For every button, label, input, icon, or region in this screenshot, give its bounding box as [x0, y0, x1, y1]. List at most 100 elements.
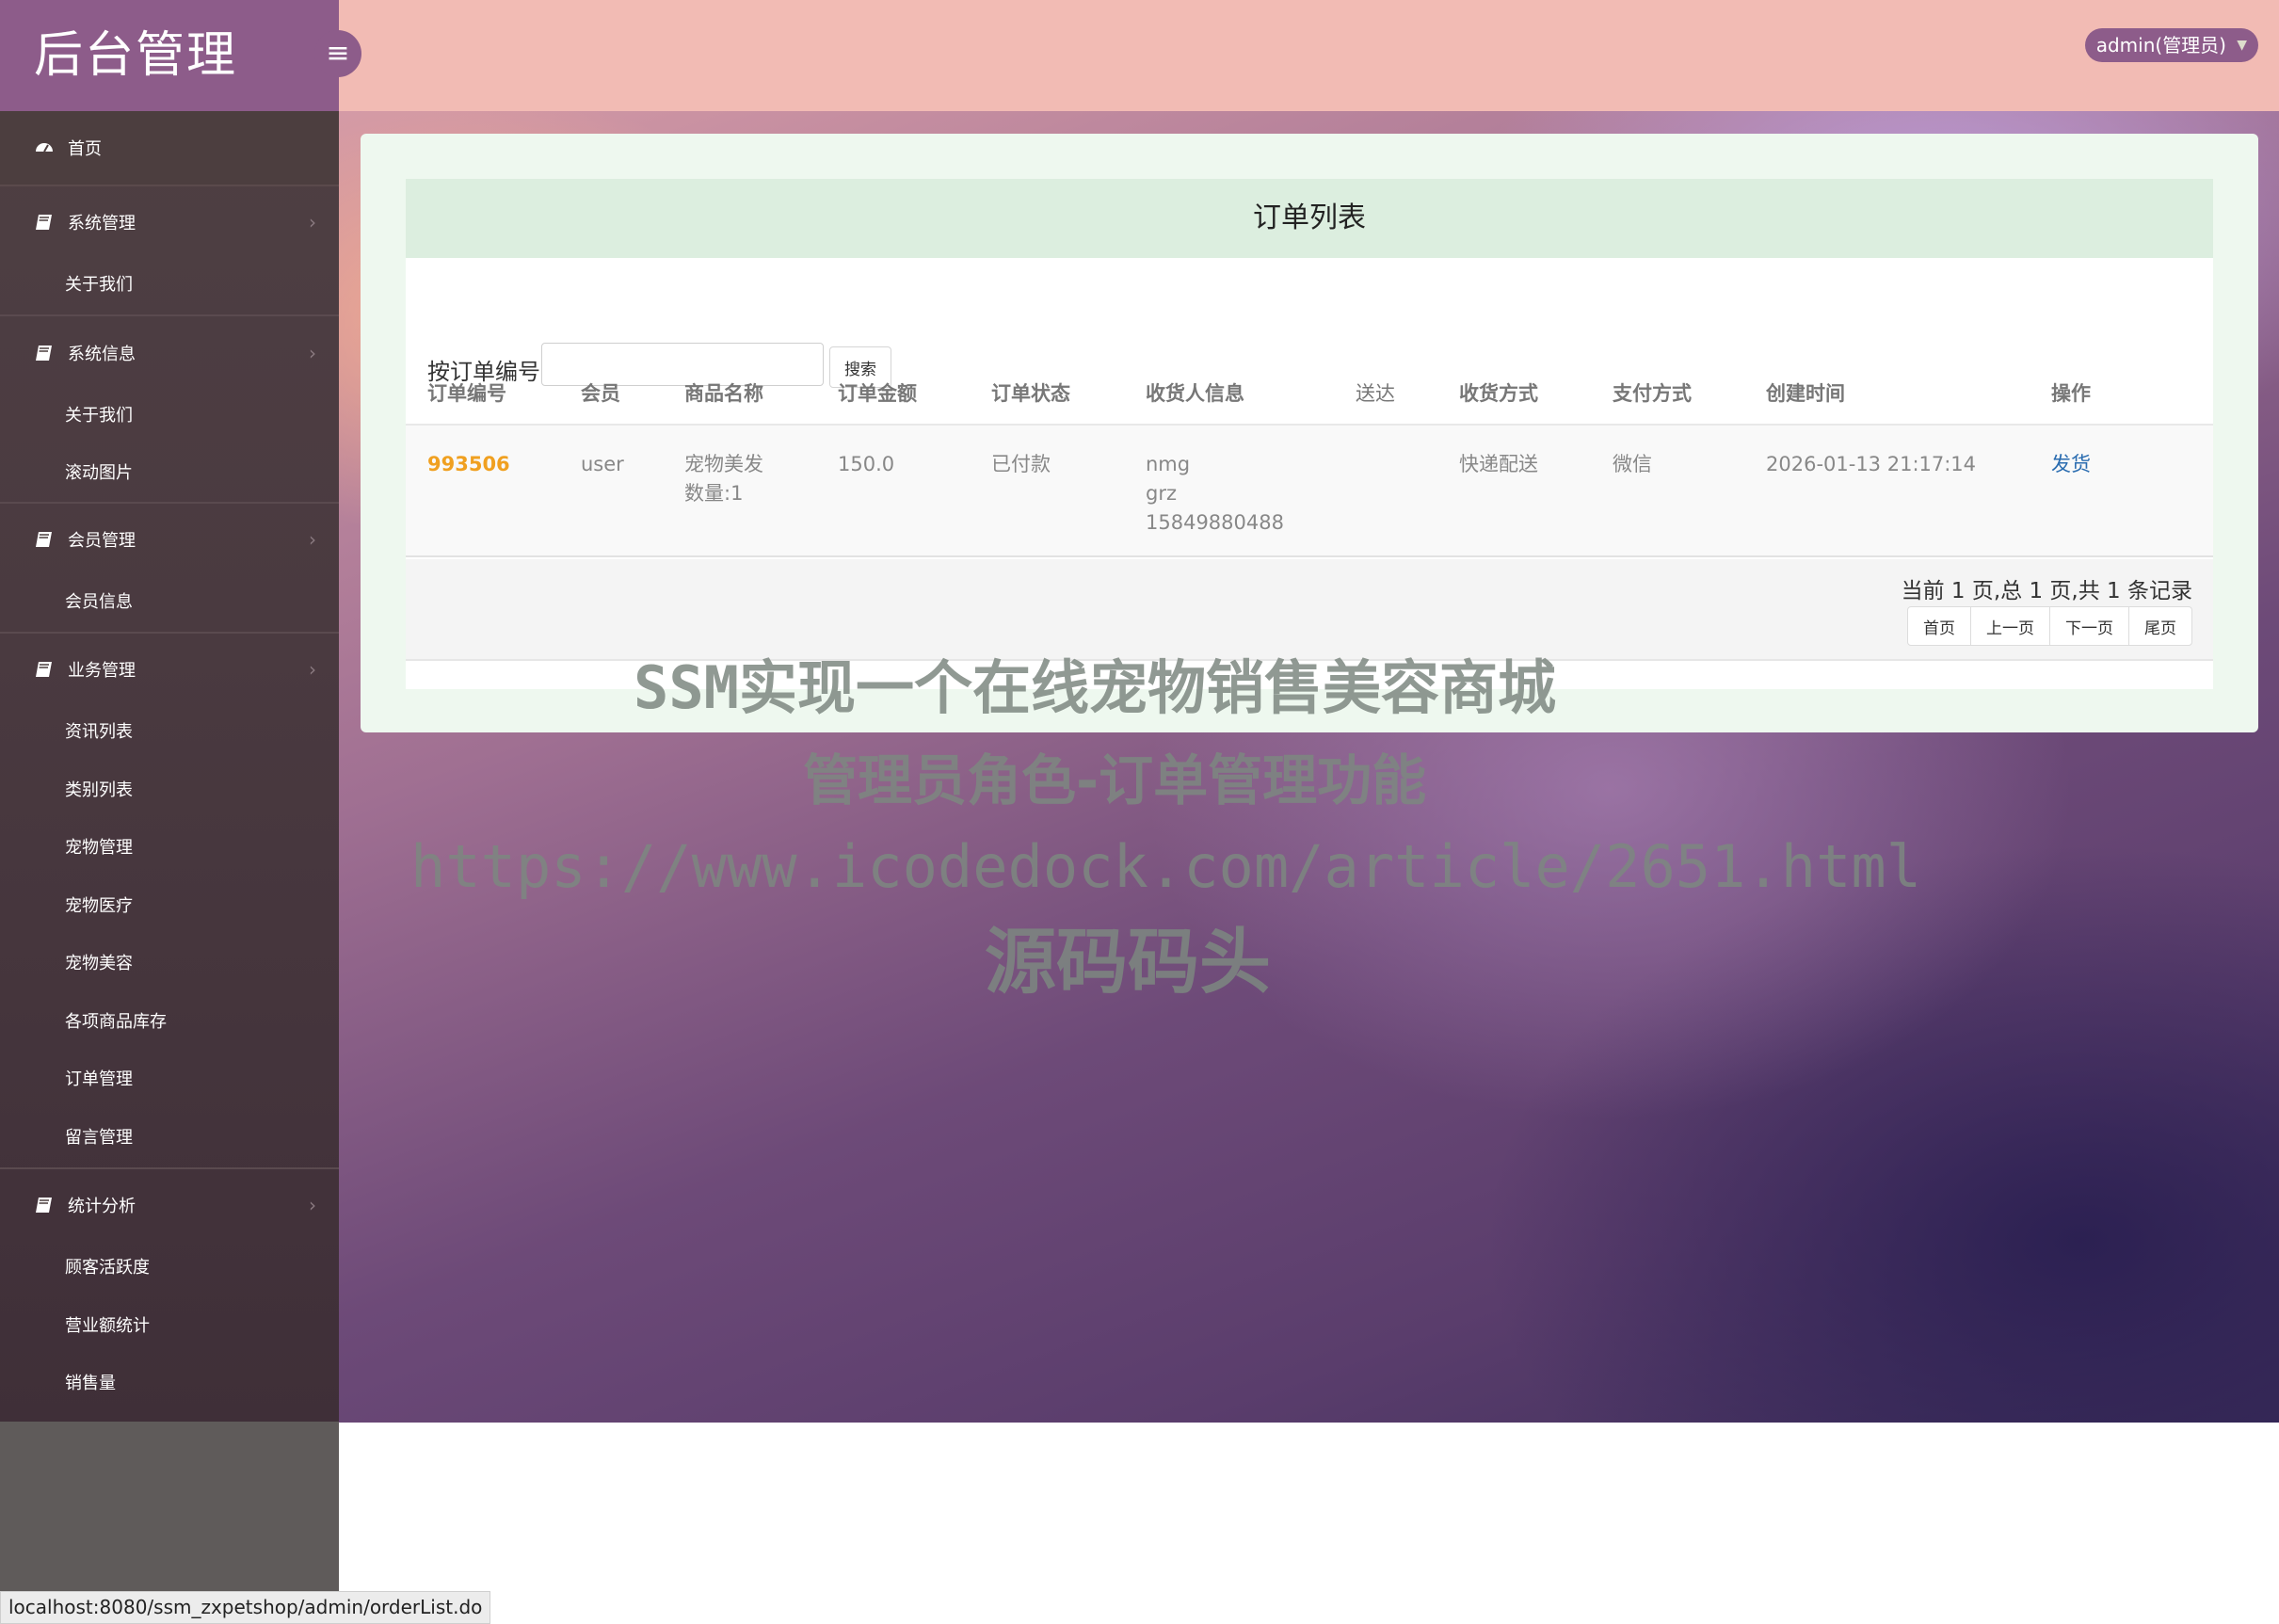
- receiver-address: nmg: [1146, 453, 1191, 475]
- menu-toggle-icon[interactable]: ≡: [314, 30, 361, 77]
- book-icon: [34, 212, 55, 233]
- sidebar-item-label: 资讯列表: [65, 722, 133, 742]
- book-icon: [34, 529, 55, 550]
- sidebar-item-about-us[interactable]: 关于我们: [0, 256, 339, 311]
- sidebar-group-label: 业务管理: [68, 661, 136, 681]
- product-name: 宠物美发: [684, 453, 763, 475]
- sidebar-item-sales-volume[interactable]: 销售量: [0, 1355, 339, 1409]
- sidebar-item-label: 营业额统计: [65, 1316, 150, 1336]
- sidebar-group-label: 会员管理: [68, 531, 136, 551]
- sidebar-group-system-info[interactable]: 系统信息 ›: [0, 325, 339, 381]
- sidebar-item-label: 关于我们: [65, 406, 133, 426]
- sidebar-item-label: 关于我们: [65, 275, 133, 295]
- nav-divider: [0, 314, 339, 316]
- sidebar-item-category-list[interactable]: 类别列表: [0, 762, 339, 816]
- status-bar-url: localhost:8080/ssm_zxpetshop/admin/order…: [0, 1591, 491, 1624]
- sidebar-item-label: 顾客活跃度: [65, 1258, 150, 1278]
- watermark-subtitle: 管理员角色-订单管理功能: [803, 748, 1427, 812]
- column-header: 创建时间: [1766, 382, 1845, 405]
- pagination-info: 当前 1 页,总 1 页,共 1 条记录: [1901, 579, 2192, 603]
- column-header: 商品名称: [684, 382, 763, 405]
- nav-divider: [0, 502, 339, 504]
- sidebar-item-label: 订单管理: [65, 1069, 133, 1089]
- dashboard-icon: [34, 137, 55, 158]
- sidebar-item-home[interactable]: 首页: [0, 111, 339, 186]
- sidebar-item-label: 各项商品库存: [65, 1012, 167, 1032]
- user-menu-label: admin(管理员): [2095, 34, 2226, 56]
- sidebar-item-label: 类别列表: [65, 780, 133, 800]
- sidebar-group-member-manage[interactable]: 会员管理 ›: [0, 511, 339, 568]
- prev-page-button[interactable]: 上一页: [1970, 606, 2050, 646]
- status-cell: 已付款: [991, 453, 1051, 475]
- payment-cell: 微信: [1613, 453, 1652, 475]
- watermark-title: SSM实现一个在线宠物销售美容商城: [634, 653, 1556, 722]
- column-header: 会员: [581, 382, 620, 405]
- chevron-right-icon: ›: [309, 1194, 316, 1216]
- column-header: 订单状态: [991, 382, 1070, 405]
- nav-divider: [0, 1167, 339, 1169]
- brand-title: 后台管理: [0, 0, 339, 111]
- sidebar-item-pet-medical[interactable]: 宠物医疗: [0, 877, 339, 932]
- chevron-right-icon: ›: [309, 658, 316, 681]
- table-row: 993506 user 宠物美发 数量:1 150.0 已付款 nmg grz …: [406, 426, 2213, 557]
- column-header: 订单金额: [838, 382, 917, 405]
- nav-divider: [0, 632, 339, 634]
- sidebar-item-member-info[interactable]: 会员信息: [0, 573, 339, 628]
- receiver-phone: 15849880488: [1146, 511, 1284, 534]
- sidebar-group-statistics[interactable]: 统计分析 ›: [0, 1177, 339, 1233]
- sidebar-group-label: 系统信息: [68, 345, 136, 364]
- sidebar-item-label: 首页: [68, 139, 102, 159]
- column-header: 送达: [1356, 382, 1395, 405]
- sidebar-item-label: 会员信息: [65, 592, 133, 612]
- sidebar-item-label: 宠物管理: [65, 838, 133, 858]
- product-cell: 宠物美发 数量:1: [684, 450, 763, 508]
- sidebar-item-pet-beauty[interactable]: 宠物美容: [0, 935, 339, 989]
- page-title: 订单列表: [406, 179, 2213, 258]
- column-header: 收货人信息: [1146, 382, 1244, 405]
- amount-cell: 150.0: [838, 453, 895, 475]
- pagination: 首页 上一页 下一页 尾页: [1907, 606, 2192, 646]
- product-quantity: 数量:1: [684, 482, 744, 505]
- ship-order-link[interactable]: 发货: [2051, 450, 2091, 479]
- next-page-button[interactable]: 下一页: [2049, 606, 2129, 646]
- sidebar-group-business-manage[interactable]: 业务管理 ›: [0, 641, 339, 698]
- sidebar-item-label: 销售量: [65, 1374, 116, 1393]
- member-cell: user: [581, 453, 624, 475]
- created-time-cell: 2026-01-13 21:17:14: [1766, 453, 1977, 475]
- book-icon: [34, 1195, 55, 1215]
- sidebar-item-customer-activity[interactable]: 顾客活跃度: [0, 1239, 339, 1294]
- sidebar-item-label: 滚动图片: [65, 463, 133, 483]
- sidebar-item-inventory[interactable]: 各项商品库存: [0, 993, 339, 1048]
- sidebar-item-about-us-2[interactable]: 关于我们: [0, 387, 339, 442]
- sidebar-item-label: 宠物美容: [65, 954, 133, 973]
- column-header: 支付方式: [1613, 382, 1692, 405]
- watermark-url: https://www.icodedock.com/article/2651.h…: [410, 832, 1922, 901]
- receiver-name: grz: [1146, 482, 1177, 505]
- chevron-right-icon: ›: [309, 211, 316, 233]
- column-header: 订单编号: [427, 382, 506, 405]
- order-number-link[interactable]: 993506: [427, 450, 510, 479]
- sidebar-item-label: 留言管理: [65, 1128, 133, 1148]
- sidebar-item-news-list[interactable]: 资讯列表: [0, 703, 339, 758]
- sidebar: 后台管理 首页 系统管理 › 关于我们 系统信息 › 关于我们 滚动图片 会员管…: [0, 0, 339, 1624]
- column-header: 收货方式: [1459, 382, 1538, 405]
- book-icon: [34, 343, 55, 363]
- sidebar-item-order-manage[interactable]: 订单管理: [0, 1051, 339, 1105]
- chevron-right-icon: ›: [309, 528, 316, 551]
- sidebar-group-label: 统计分析: [68, 1197, 136, 1216]
- watermark-site-name: 源码码头: [985, 920, 1271, 1004]
- last-page-button[interactable]: 尾页: [2128, 606, 2192, 646]
- sidebar-nav: 首页 系统管理 › 关于我们 系统信息 › 关于我们 滚动图片 会员管理 › 会…: [0, 111, 339, 1422]
- sidebar-group-system-manage[interactable]: 系统管理 ›: [0, 194, 339, 250]
- chevron-right-icon: ›: [309, 342, 316, 364]
- column-header: 操作: [2051, 382, 2091, 405]
- sidebar-item-carousel[interactable]: 滚动图片: [0, 444, 339, 499]
- book-icon: [34, 659, 55, 680]
- sidebar-item-pet-manage[interactable]: 宠物管理: [0, 819, 339, 874]
- first-page-button[interactable]: 首页: [1907, 606, 1971, 646]
- sidebar-item-revenue-stats[interactable]: 营业额统计: [0, 1297, 339, 1352]
- sidebar-item-message-manage[interactable]: 留言管理: [0, 1109, 339, 1164]
- sidebar-group-label: 系统管理: [68, 214, 136, 233]
- user-menu-button[interactable]: admin(管理员) ▼: [2084, 28, 2258, 62]
- shipping-cell: 快递配送: [1459, 453, 1538, 475]
